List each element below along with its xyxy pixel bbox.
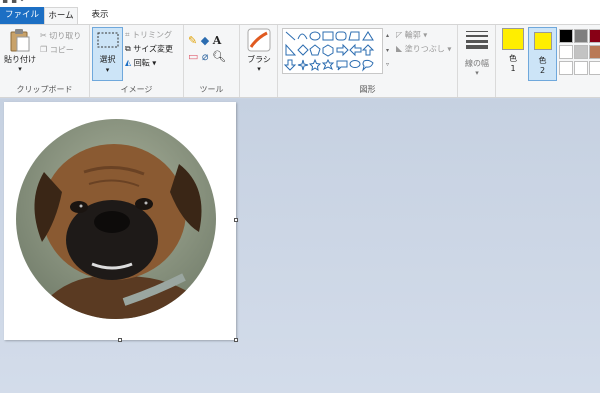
clipboard-icon bbox=[10, 29, 30, 52]
ribbon-tabs: ファイル ホーム 表示 bbox=[0, 7, 600, 24]
size-button[interactable]: 線の幅 ▾ bbox=[461, 28, 493, 77]
rotate-dropdown-icon: ▾ bbox=[152, 58, 157, 68]
outline-icon: ◸ bbox=[396, 30, 403, 39]
tab-view[interactable]: 表示 bbox=[82, 7, 118, 24]
shapes-gallery[interactable] bbox=[282, 28, 392, 74]
dog-photo-circle bbox=[16, 119, 216, 319]
tools-group: ✎ ◆ A ▭ ⌀ 🔍︎ ツール bbox=[184, 25, 240, 97]
crop-icon: ⌗ bbox=[125, 30, 130, 39]
tools-group-label: ツール bbox=[199, 85, 224, 94]
crop-button[interactable]: ⌗ トリミング bbox=[125, 29, 172, 41]
paste-label: 貼り付け bbox=[4, 55, 36, 64]
eraser-icon[interactable]: ▭ bbox=[188, 50, 198, 63]
tab-home[interactable]: ホーム bbox=[44, 7, 78, 24]
tab-file[interactable]: ファイル bbox=[0, 7, 44, 24]
clipboard-group-label: クリップボード bbox=[16, 85, 73, 94]
crop-label: トリミング bbox=[132, 30, 173, 40]
color2-label: 色 bbox=[538, 56, 547, 65]
select-dropdown-icon[interactable]: ▾ bbox=[93, 66, 122, 74]
resize-handle-right[interactable] bbox=[234, 218, 238, 222]
shapes-group-label: 図形 bbox=[359, 85, 376, 94]
drawing-canvas[interactable] bbox=[4, 102, 238, 342]
resize-button[interactable]: ⧉ サイズ変更 bbox=[125, 43, 173, 55]
pencil-icon[interactable]: ✎ bbox=[188, 34, 197, 47]
palette-color-swatch[interactable] bbox=[574, 29, 588, 43]
palette-color-swatch[interactable] bbox=[589, 61, 600, 75]
text-icon[interactable]: A bbox=[213, 34, 222, 47]
color2-button[interactable]: 色 2 bbox=[528, 27, 557, 81]
color1-label: 色 bbox=[509, 54, 517, 63]
quick-access-toolbar[interactable]: ▪ ▪ ↶ bbox=[2, 0, 27, 6]
scroll-up-icon[interactable]: ▴ bbox=[383, 28, 392, 43]
color-picker-icon[interactable]: ⌀ bbox=[202, 50, 209, 63]
title-bar: ▪ ▪ ↶ bbox=[0, 0, 600, 7]
rotate-icon: ◭ bbox=[125, 58, 132, 67]
brushes-button[interactable]: ブラシ ▾ bbox=[244, 28, 274, 73]
color2-swatch bbox=[533, 32, 552, 50]
fill-icon: ◣ bbox=[396, 44, 403, 53]
select-rectangle-icon bbox=[97, 32, 119, 48]
scroll-more-icon[interactable]: ▿ bbox=[383, 58, 392, 72]
outline-label: 輪郭 bbox=[404, 30, 421, 40]
resize-icon: ⧉ bbox=[125, 44, 131, 53]
canvas-area[interactable] bbox=[0, 99, 600, 393]
select-button[interactable]: 選択 ▾ bbox=[92, 27, 123, 81]
fill-button[interactable]: ◣ 塗りつぶし ▾ bbox=[396, 43, 451, 55]
fill-label: 塗りつぶし bbox=[404, 44, 445, 54]
cut-button[interactable]: ✂ 切り取り bbox=[40, 30, 81, 42]
color2-number: 2 bbox=[539, 66, 546, 75]
rotate-label: 回転 bbox=[133, 58, 150, 68]
fill-dropdown-icon: ▾ bbox=[447, 44, 452, 54]
brush-icon bbox=[247, 28, 271, 52]
color1-number: 1 bbox=[510, 64, 516, 73]
image-group-label: イメージ bbox=[120, 85, 153, 94]
cut-label: 切り取り bbox=[49, 31, 82, 41]
resize-label: サイズ変更 bbox=[133, 44, 174, 54]
size-group: 線の幅 ▾ bbox=[458, 25, 496, 97]
resize-handle-corner[interactable] bbox=[234, 338, 238, 342]
copy-button[interactable]: ❐ コピー bbox=[40, 44, 74, 56]
shapes-scrollbar[interactable]: ▴ ▾ ▿ bbox=[382, 28, 392, 74]
paste-button[interactable]: 貼り付け ▾ bbox=[3, 28, 37, 73]
rotate-button[interactable]: ◭ 回転 ▾ bbox=[125, 57, 156, 69]
resize-handle-bottom[interactable] bbox=[118, 338, 122, 342]
scissors-icon: ✂ bbox=[40, 31, 47, 40]
palette-color-swatch[interactable] bbox=[559, 61, 573, 75]
outline-dropdown-icon: ▾ bbox=[423, 30, 428, 40]
clipboard-group: 貼り付け ▾ ✂ 切り取り ❐ コピー クリップボード bbox=[0, 25, 90, 97]
scroll-down-icon[interactable]: ▾ bbox=[383, 43, 392, 58]
palette-color-swatch[interactable] bbox=[559, 45, 573, 59]
color1-swatch bbox=[502, 28, 524, 50]
brushes-label: ブラシ bbox=[247, 55, 271, 64]
size-label: 線の幅 bbox=[465, 59, 489, 68]
brushes-group: ブラシ ▾ bbox=[240, 25, 278, 97]
ribbon: 貼り付け ▾ ✂ 切り取り ❐ コピー クリップボード イメージ 選択 ▾ ⌗ … bbox=[0, 24, 600, 98]
palette-color-swatch[interactable] bbox=[574, 61, 588, 75]
shapes-icons bbox=[283, 31, 375, 72]
palette-color-swatch[interactable] bbox=[574, 45, 588, 59]
color1-button[interactable]: 色 1 bbox=[498, 28, 528, 73]
palette-color-swatch[interactable] bbox=[589, 29, 600, 43]
copy-icon: ❐ bbox=[40, 45, 48, 54]
copy-label: コピー bbox=[49, 45, 74, 55]
palette-color-swatch[interactable] bbox=[589, 45, 600, 59]
magnifier-icon[interactable]: 🔍︎ bbox=[212, 50, 226, 63]
line-width-icon bbox=[466, 31, 488, 49]
outline-button[interactable]: ◸ 輪郭 ▾ bbox=[396, 29, 427, 41]
select-label: 選択 bbox=[99, 55, 116, 64]
fill-bucket-icon[interactable]: ◆ bbox=[201, 34, 209, 47]
palette-color-swatch[interactable] bbox=[559, 29, 573, 43]
